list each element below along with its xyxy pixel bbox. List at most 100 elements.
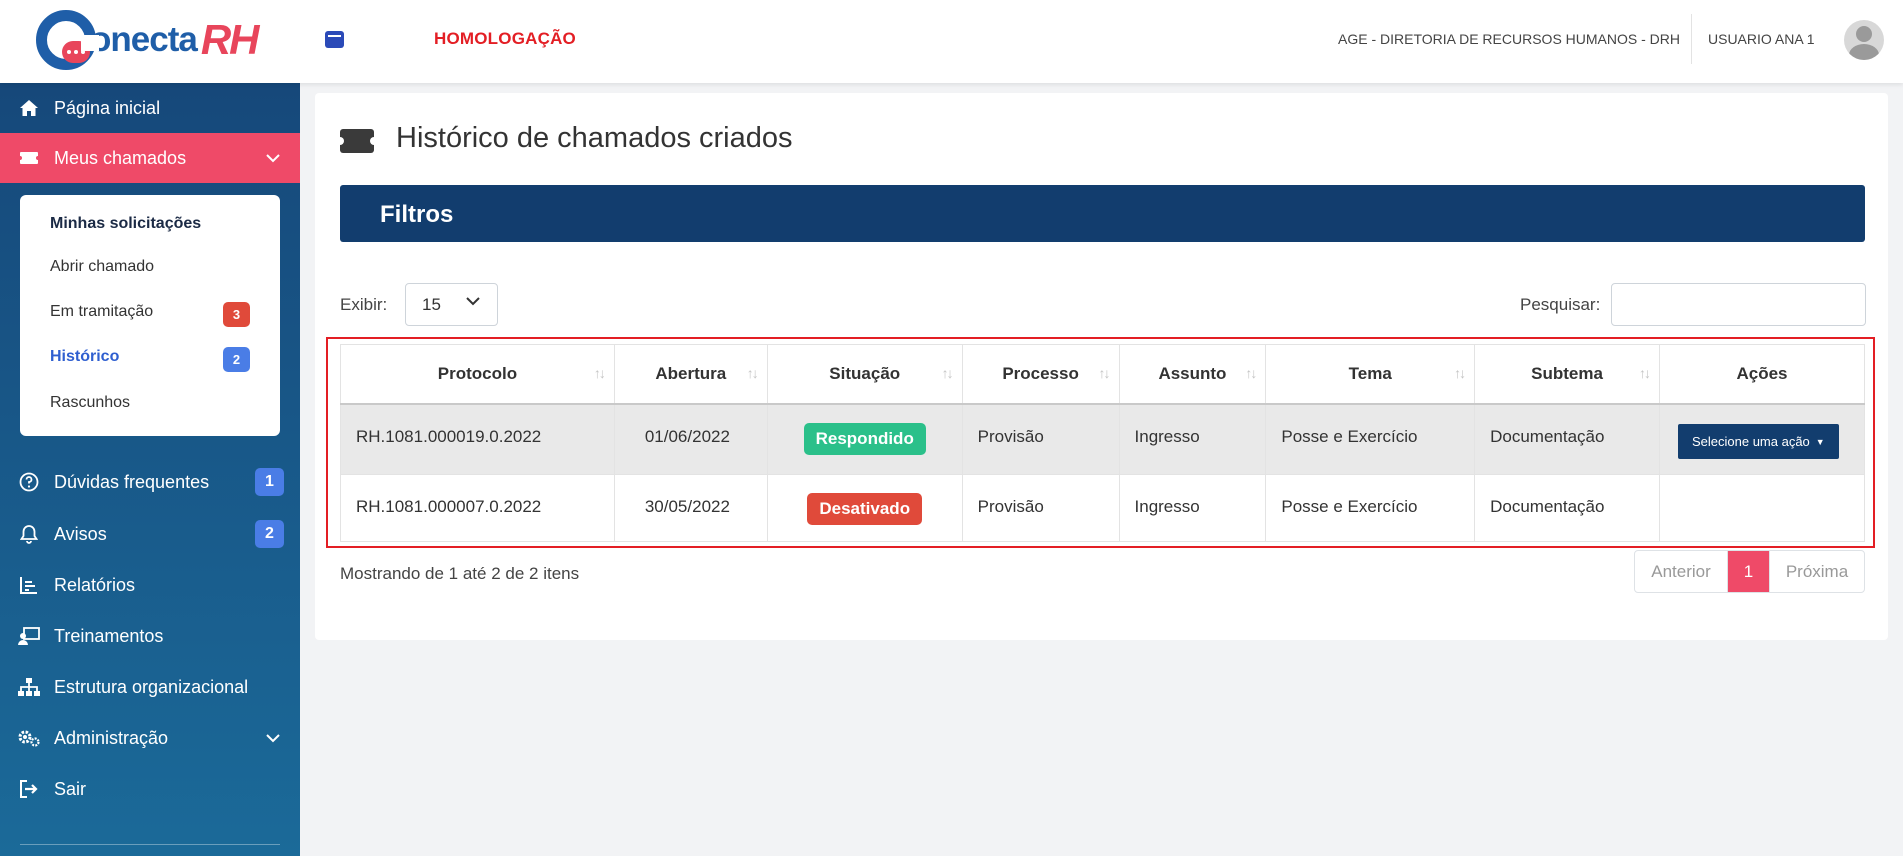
header-divider: [1691, 14, 1692, 64]
cell-processo: Provisão: [961, 403, 1120, 475]
sign-out-icon: [18, 778, 40, 800]
sidebar-item-administracao[interactable]: Administração: [0, 713, 300, 763]
logo-text: onecta: [90, 20, 198, 59]
sidebar-item-meus-chamados[interactable]: Meus chamados: [0, 133, 300, 183]
table-header-row: Protocolo ↑↓ Abertura ↑↓ Situação ↑↓ Proces…: [340, 344, 1866, 405]
calendar-icon[interactable]: [325, 31, 344, 48]
submenu-item-historico[interactable]: Histórico: [50, 348, 119, 366]
duvidas-badge: 1: [255, 468, 284, 496]
organization-label: AGE - DIRETORIA DE RECURSOS HUMANOS - DR…: [1338, 31, 1681, 47]
sidebar-item-label: Dúvidas frequentes: [54, 471, 210, 492]
cell-abertura: 30/05/2022: [613, 474, 768, 542]
table-row[interactable]: RH.1081.000019.0.2022 01/06/2022 Respond…: [340, 403, 1866, 475]
column-label: Tema: [1348, 363, 1392, 383]
sidebar-item-home[interactable]: Página inicial: [0, 83, 300, 133]
home-icon: [18, 97, 40, 119]
column-header-processo[interactable]: Processo ↑↓: [961, 344, 1120, 405]
submenu-item-em-tramitacao[interactable]: Em tramitação: [50, 303, 153, 321]
status-badge: Respondido: [803, 422, 926, 455]
page-size-value: 15: [422, 295, 441, 314]
pagination: Anterior 1 Próxima: [1634, 550, 1865, 593]
cell-tema: Posse e Exercício: [1265, 403, 1476, 475]
submenu-item-rascunhos[interactable]: Rascunhos: [50, 394, 130, 412]
avatar[interactable]: [1844, 20, 1884, 60]
pagination-next[interactable]: Próxima: [1769, 551, 1864, 592]
column-label: Ações: [1736, 363, 1788, 383]
cell-processo: Provisão: [961, 474, 1120, 542]
table-row[interactable]: RH.1081.000007.0.2022 30/05/2022 Desativ…: [340, 474, 1866, 542]
sidebar-item-label: Sair: [54, 778, 87, 799]
column-header-acoes: Ações: [1658, 344, 1866, 405]
cell-abertura: 01/06/2022: [613, 403, 768, 475]
column-header-subtema[interactable]: Subtema ↑↓: [1474, 344, 1660, 405]
chart-icon: [18, 574, 40, 596]
cell-tema: Posse e Exercício: [1265, 474, 1476, 542]
sort-desc-icon: ↑↓: [746, 365, 759, 381]
sort-icon: ↑↓: [1245, 365, 1257, 381]
filters-toggle[interactable]: Filtros: [340, 185, 1865, 242]
bell-icon: [18, 523, 40, 545]
question-icon: [18, 471, 40, 493]
column-label: Abertura: [655, 363, 727, 383]
column-header-abertura[interactable]: Abertura ↑↓: [613, 344, 768, 405]
logo-c-mark: [36, 10, 99, 70]
page-size-select[interactable]: 15: [405, 283, 498, 326]
table-info: Mostrando de 1 até 2 de 2 itens: [340, 564, 580, 583]
cell-assunto: Ingresso: [1118, 474, 1267, 542]
user-name[interactable]: USUARIO ANA 1: [1708, 31, 1815, 47]
top-bar: onecta RH HOMOLOGAÇÃO AGE - DIRETORIA DE…: [0, 0, 1903, 83]
submenu-title: Minhas solicitações: [50, 215, 202, 232]
sort-icon: ↑↓: [593, 365, 606, 381]
chevron-down-icon: [266, 730, 280, 746]
sidebar-item-sair[interactable]: Sair: [0, 764, 300, 814]
cell-subtema: Documentação: [1474, 403, 1660, 475]
sitemap-icon: [18, 676, 40, 698]
submenu-item-abrir-chamado[interactable]: Abrir chamado: [50, 258, 154, 276]
environment-label: HOMOLOGAÇÃO: [434, 29, 576, 48]
sidebar-item-duvidas[interactable]: Dúvidas frequentes 1: [0, 457, 300, 507]
sidebar-item-label: Meus chamados: [54, 147, 187, 168]
column-header-tema[interactable]: Tema ↑↓: [1265, 344, 1476, 405]
ticket-icon: [18, 147, 40, 169]
cell-situacao: Respondido: [766, 403, 963, 475]
pagination-page-1[interactable]: 1: [1728, 551, 1769, 592]
column-header-assunto[interactable]: Assunto ↑↓: [1118, 344, 1267, 405]
column-label: Processo: [1002, 363, 1079, 383]
ticket-icon: [336, 129, 378, 153]
cell-protocolo: RH.1081.000019.0.2022: [340, 403, 615, 475]
em-tramitacao-badge: 3: [223, 302, 250, 327]
submenu-minhas-solicitacoes: Minhas solicitações Abrir chamado Em tra…: [20, 195, 280, 436]
column-header-situacao[interactable]: Situação ↑↓: [766, 344, 963, 405]
cell-assunto: Ingresso: [1118, 403, 1267, 475]
chevron-down-icon: [466, 293, 480, 311]
cell-acoes: [1658, 474, 1866, 542]
pagination-previous[interactable]: Anterior: [1635, 551, 1728, 592]
chat-bubble-icon: [62, 41, 90, 63]
select-action-label: Selecione uma ação: [1691, 433, 1810, 449]
search-input[interactable]: [1611, 283, 1866, 326]
status-badge: Desativado: [807, 493, 923, 525]
sidebar-item-label: Avisos: [54, 523, 107, 544]
chevron-down-icon: [266, 150, 280, 166]
sidebar-divider: [20, 844, 280, 845]
column-label: Assunto: [1158, 363, 1227, 383]
sidebar-item-estrutura[interactable]: Estrutura organizacional: [0, 662, 300, 712]
sidebar-item-avisos[interactable]: Avisos 2: [0, 509, 300, 559]
select-action-button[interactable]: Selecione uma ação ▼: [1677, 423, 1839, 459]
sidebar-item-treinamentos[interactable]: Treinamentos: [0, 611, 300, 661]
column-label: Situação: [829, 363, 901, 383]
column-label: Subtema: [1531, 363, 1603, 383]
cell-protocolo: RH.1081.000007.0.2022: [340, 474, 615, 542]
historico-badge: 2: [223, 347, 250, 372]
show-entries-label: Exibir:: [340, 295, 388, 314]
sidebar-item-label: Treinamentos: [54, 625, 164, 646]
caret-down-icon: ▼: [1815, 437, 1825, 448]
sort-icon: ↑↓: [941, 365, 954, 381]
sidebar-item-relatorios[interactable]: Relatórios: [0, 560, 300, 610]
column-header-protocolo[interactable]: Protocolo ↑↓: [340, 344, 615, 405]
gears-icon: [18, 727, 40, 749]
training-icon: [18, 625, 40, 647]
logo-rh: RH: [200, 16, 260, 63]
conecta-rh-logo[interactable]: onecta RH: [36, 10, 260, 70]
sort-icon: ↑↓: [1454, 365, 1466, 381]
